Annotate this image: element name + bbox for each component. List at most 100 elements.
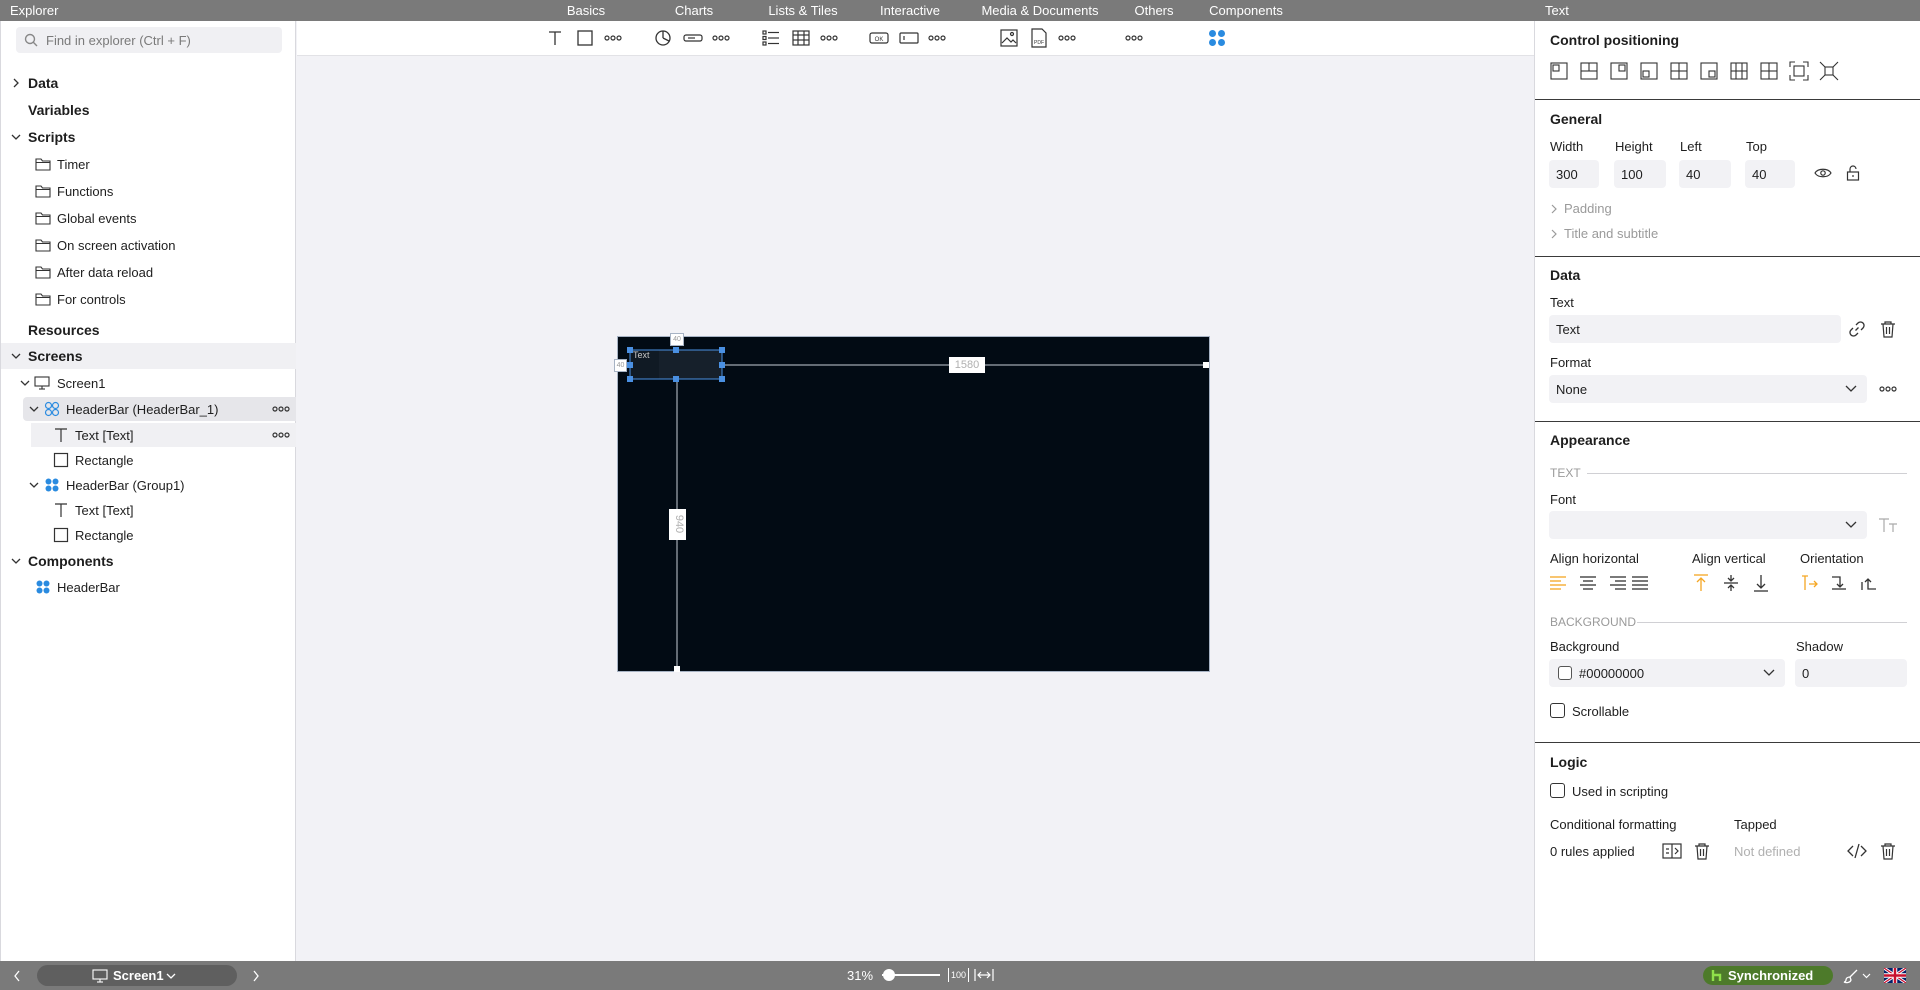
height-field[interactable]: 100 <box>1614 160 1666 188</box>
chevron-down-icon[interactable] <box>28 403 40 415</box>
tapped-value: Not defined <box>1734 844 1801 859</box>
tree-item-data[interactable]: Data <box>1 71 296 95</box>
chevron-right-icon[interactable] <box>10 77 22 89</box>
more-options-icon[interactable] <box>272 430 290 440</box>
category-lists-tiles[interactable]: Lists & Tiles <box>768 3 837 18</box>
positioning-buttons[interactable] <box>1549 61 1849 83</box>
width-field[interactable]: 300 <box>1549 160 1599 188</box>
zoom-slider[interactable] <box>882 968 940 982</box>
chevron-down-icon[interactable] <box>19 377 31 389</box>
pie-chart-tool-icon[interactable] <box>652 27 674 49</box>
chevron-down-icon[interactable] <box>10 131 22 143</box>
shadow-field[interactable]: 0 <box>1795 659 1907 687</box>
script-folder-for-controls[interactable]: For controls <box>1 287 296 311</box>
more-others-icon[interactable] <box>1123 27 1145 49</box>
font-size-icon[interactable] <box>1878 515 1898 535</box>
more-lists-icon[interactable] <box>818 27 840 49</box>
script-folder-after-data-reload[interactable]: After data reload <box>1 260 296 284</box>
orientation-buttons[interactable] <box>1800 574 1880 592</box>
orientation-label: Orientation <box>1800 551 1864 566</box>
category-others[interactable]: Others <box>1134 3 1173 18</box>
tree-item-screens[interactable]: Screens <box>1 343 296 369</box>
more-charts-icon[interactable] <box>710 27 732 49</box>
text-tool-icon[interactable] <box>544 27 566 49</box>
tree-item-rectangle-1[interactable]: Rectangle <box>1 448 296 472</box>
category-charts[interactable]: Charts <box>675 3 713 18</box>
script-folder-global-events[interactable]: Global events <box>1 206 296 230</box>
category-basics[interactable]: Basics <box>567 3 605 18</box>
trash-icon[interactable] <box>1878 319 1898 339</box>
zoom-slider-thumb[interactable] <box>883 969 895 981</box>
chevron-down-icon[interactable] <box>10 350 22 362</box>
tree-item-variables[interactable]: Variables <box>1 98 296 122</box>
rectangle-tool-icon[interactable] <box>574 27 596 49</box>
design-canvas[interactable]: Text 40 40 1580 940 <box>297 56 1534 961</box>
tree-item-text-2[interactable]: Text [Text] <box>1 498 296 522</box>
sync-status-badge[interactable]: Synchronized <box>1703 966 1833 985</box>
script-folder-on-screen-activation[interactable]: On screen activation <box>1 233 296 257</box>
tree-item-text-1[interactable]: Text [Text] <box>31 423 296 447</box>
format-select[interactable]: None <box>1549 375 1867 403</box>
screen-selector[interactable]: Screen1 <box>37 965 237 986</box>
explorer-search[interactable] <box>16 27 282 53</box>
tree-item-components[interactable]: Components <box>1 549 296 573</box>
section-divider <box>1535 256 1920 257</box>
progress-bar-tool-icon[interactable] <box>682 27 704 49</box>
script-folder-timer[interactable]: Timer <box>1 152 296 176</box>
tree-item-component-headerbar[interactable]: HeaderBar <box>1 575 296 599</box>
scrollable-checkbox[interactable] <box>1550 703 1565 718</box>
tree-item-resources[interactable]: Resources <box>1 318 296 342</box>
category-media-documents[interactable]: Media & Documents <box>981 3 1098 18</box>
more-options-icon[interactable] <box>272 404 290 414</box>
tree-label: Text [Text] <box>75 427 134 443</box>
tree-item-rectangle-2[interactable]: Rectangle <box>1 523 296 547</box>
chevron-right-icon[interactable] <box>252 970 260 982</box>
trash-icon[interactable] <box>1692 841 1712 861</box>
chevron-down-icon[interactable] <box>10 555 22 567</box>
category-interactive[interactable]: Interactive <box>880 3 940 18</box>
image-tool-icon[interactable] <box>998 27 1020 49</box>
table-tool-icon[interactable] <box>790 27 812 49</box>
uk-flag-icon[interactable] <box>1884 968 1906 983</box>
background-color-select[interactable]: #00000000 <box>1549 659 1785 687</box>
code-icon[interactable] <box>1847 841 1867 861</box>
more-basics-icon[interactable] <box>602 27 624 49</box>
align-horizontal-buttons[interactable] <box>1549 574 1649 592</box>
more-media-icon[interactable] <box>1056 27 1078 49</box>
eye-icon[interactable] <box>1813 163 1833 183</box>
component-tool-icon[interactable] <box>1206 27 1228 49</box>
chevron-left-icon[interactable] <box>13 970 21 982</box>
left-field[interactable]: 40 <box>1679 160 1731 188</box>
used-in-scripting-checkbox[interactable] <box>1550 783 1565 798</box>
more-options-icon[interactable] <box>1878 379 1898 399</box>
button-tool-icon[interactable]: OK <box>868 27 890 49</box>
tree-item-screen1[interactable]: Screen1 <box>1 371 296 395</box>
input-tool-icon[interactable] <box>898 27 920 49</box>
unlock-icon[interactable] <box>1843 163 1863 183</box>
more-interactive-icon[interactable] <box>926 27 948 49</box>
tree-item-headerbar-group1[interactable]: HeaderBar (Group1) <box>1 473 296 497</box>
fit-width-icon[interactable] <box>974 968 994 982</box>
screen-preview[interactable]: Text 40 40 1580 940 <box>614 333 1210 672</box>
brush-icon[interactable] <box>1843 968 1859 984</box>
pdf-tool-icon[interactable]: PDF <box>1028 27 1050 49</box>
tree-item-scripts[interactable]: Scripts <box>1 125 296 149</box>
chevron-down-icon[interactable] <box>1862 973 1871 979</box>
font-select[interactable] <box>1549 511 1867 539</box>
chevron-down-icon <box>1763 669 1775 676</box>
search-input[interactable] <box>46 30 276 50</box>
align-vertical-buttons[interactable] <box>1692 574 1772 592</box>
chevron-down-icon[interactable] <box>28 479 40 491</box>
tree-item-headerbar-1[interactable]: HeaderBar (HeaderBar_1) <box>23 397 296 421</box>
script-folder-functions[interactable]: Functions <box>1 179 296 203</box>
list-tool-icon[interactable] <box>760 27 782 49</box>
category-components[interactable]: Components <box>1209 3 1283 18</box>
trash-icon[interactable] <box>1878 841 1898 861</box>
link-icon[interactable] <box>1847 319 1867 339</box>
zoom-100-button[interactable]: 100 <box>948 968 970 982</box>
tree-label: Screens <box>28 348 83 364</box>
conditional-format-edit-icon[interactable] <box>1662 841 1682 861</box>
text-value-field[interactable]: Text <box>1549 315 1841 343</box>
top-field[interactable]: 40 <box>1745 160 1795 188</box>
canvas-text-element[interactable]: Text <box>633 350 650 360</box>
